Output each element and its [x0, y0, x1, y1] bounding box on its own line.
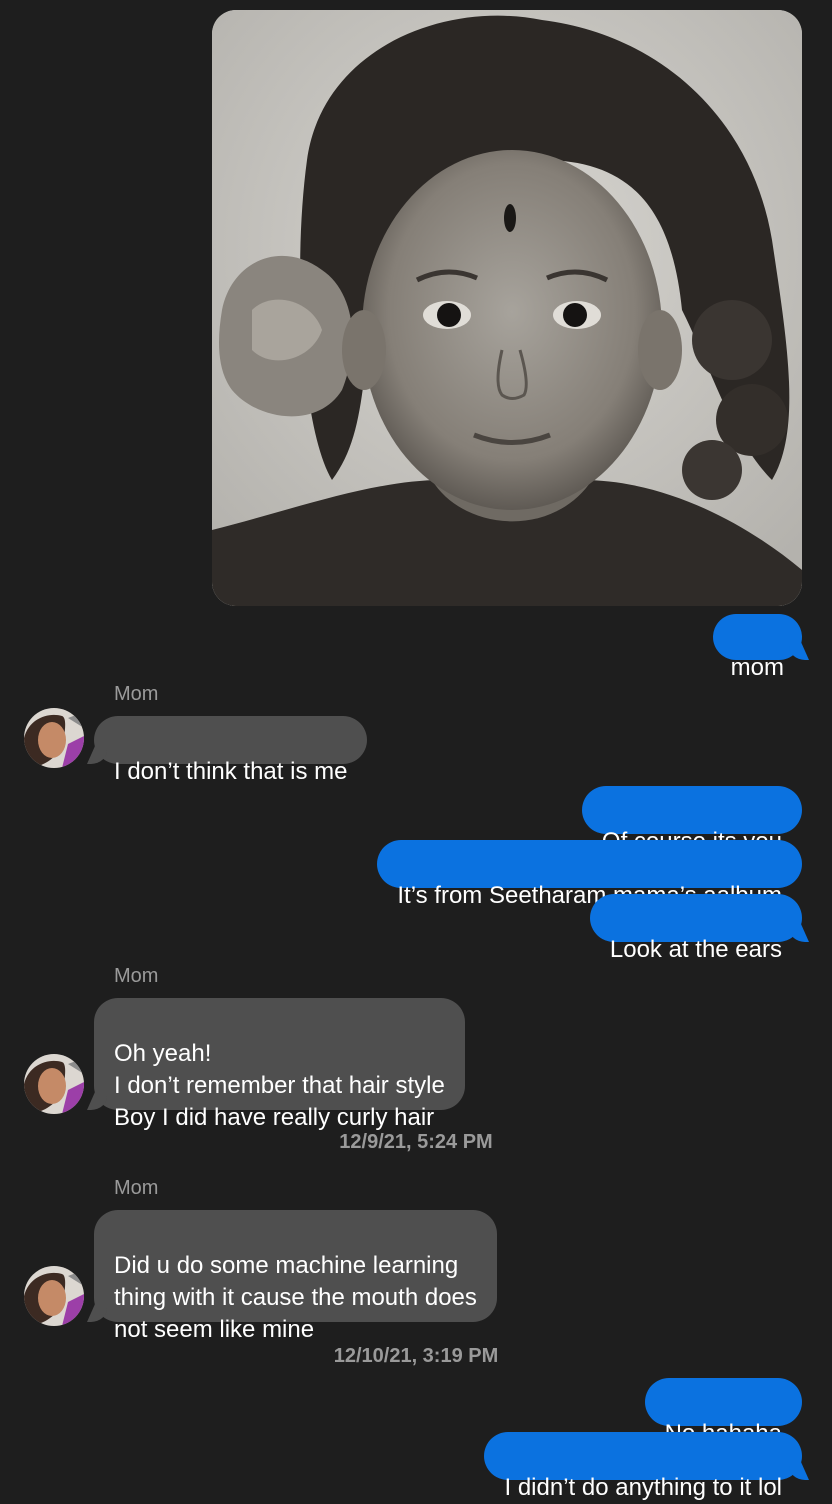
outgoing-message[interactable]: mom — [712, 614, 802, 681]
outgoing-message[interactable]: Look at the ears — [589, 894, 802, 963]
photo-attachment[interactable] — [212, 10, 802, 606]
message-text: I didn’t do anything to it lol — [504, 1474, 782, 1501]
mom-avatar[interactable] — [24, 1054, 84, 1114]
outgoing-message[interactable]: I didn’t do anything to it lol — [484, 1432, 802, 1501]
message-text: mom — [730, 654, 784, 681]
incoming-message[interactable]: Did u do some machine learning thing wit… — [94, 1210, 497, 1343]
sender-name: Mom — [114, 1177, 159, 1199]
outgoing-message[interactable]: Of course its you — [581, 786, 802, 855]
avatar-photo-icon — [24, 708, 84, 768]
avatar-photo-icon — [24, 1054, 84, 1114]
message-text: Did u do some machine learning thing wit… — [114, 1252, 477, 1343]
avatar-photo-icon — [24, 1266, 84, 1326]
outgoing-message[interactable]: No hahaha — [644, 1378, 802, 1447]
mom-avatar[interactable] — [24, 1266, 84, 1326]
timestamp: 12/10/21, 3:19 PM — [333, 1345, 499, 1367]
outgoing-message[interactable]: It’s from Seetharam mama’s aalbum — [377, 840, 802, 909]
child-portrait-image — [212, 10, 802, 606]
timestamp: 12/9/21, 5:24 PM — [339, 1131, 493, 1153]
incoming-message[interactable]: I don’t think that is me — [94, 716, 368, 785]
mom-avatar[interactable] — [24, 708, 84, 768]
incoming-message[interactable]: Oh yeah! I don’t remember that hair styl… — [94, 998, 465, 1131]
message-text: Look at the ears — [609, 936, 782, 963]
sender-name: Mom — [114, 683, 159, 705]
sender-name: Mom — [114, 965, 159, 987]
message-text: I don’t think that is me — [114, 758, 348, 785]
message-text: Oh yeah! I don’t remember that hair styl… — [114, 1040, 445, 1131]
